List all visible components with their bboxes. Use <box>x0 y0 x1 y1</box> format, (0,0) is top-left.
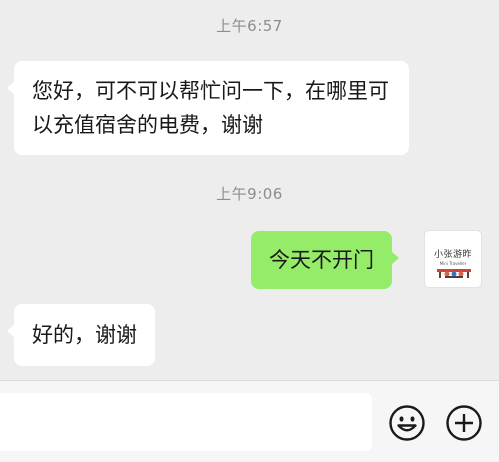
outgoing-message-bubble[interactable]: 今天不开门 <box>251 231 399 289</box>
chat-input-bar <box>0 380 499 462</box>
avatar-illustration <box>437 269 471 278</box>
emoji-icon[interactable] <box>388 404 426 442</box>
avatar-title: 小张游昨 <box>433 250 472 260</box>
timestamp: 上午6:57 <box>216 17 283 35</box>
avatar[interactable]: 小张游昨 Mini Traveller <box>424 230 482 288</box>
incoming-message-bubble[interactable]: 您好，可不可以帮忙问一下，在哪里可以充值宿舍的电费，谢谢 <box>7 61 409 155</box>
plus-circle-icon[interactable] <box>445 404 483 442</box>
incoming-message-bubble[interactable]: 好的，谢谢 <box>7 304 155 366</box>
timestamp: 上午9:06 <box>216 185 283 203</box>
message-input[interactable] <box>0 393 372 451</box>
